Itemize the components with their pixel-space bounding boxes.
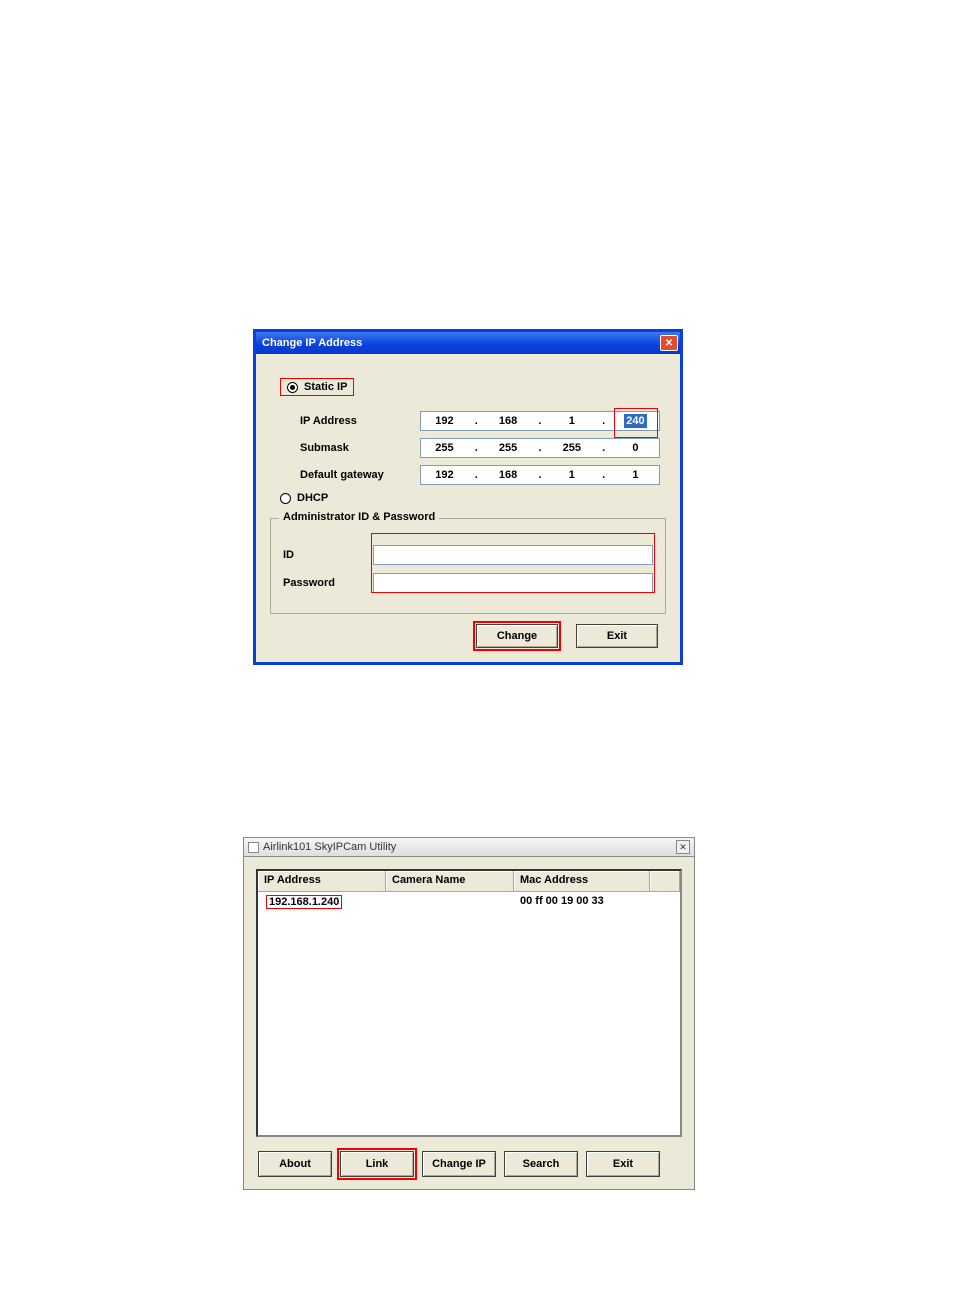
radio-icon — [280, 493, 291, 504]
submask-octet-4[interactable]: 0 — [617, 442, 653, 454]
password-input[interactable] — [373, 573, 653, 593]
exit-button[interactable]: Exit — [586, 1151, 660, 1177]
radio-dhcp-row[interactable]: DHCP — [280, 492, 660, 504]
ip-address-label: IP Address — [300, 415, 420, 427]
titlebar[interactable]: Airlink101 SkyIPCam Utility ✕ — [244, 838, 694, 857]
id-row: ID — [283, 545, 653, 565]
ip-octet-2[interactable]: 168 — [490, 415, 526, 427]
ip-octet-4[interactable]: 240 — [617, 414, 653, 428]
titlebar[interactable]: Change IP Address ✕ — [256, 332, 680, 354]
close-icon[interactable]: ✕ — [676, 840, 690, 854]
cell-ip: 192.168.1.240 — [258, 895, 386, 909]
password-label: Password — [283, 577, 373, 589]
ip-octet-3[interactable]: 1 — [554, 415, 590, 427]
listview-header: IP Address Camera Name Mac Address — [258, 871, 680, 892]
exit-button[interactable]: Exit — [576, 624, 658, 648]
column-header-ip[interactable]: IP Address — [258, 871, 386, 891]
ip-address-input[interactable]: 192. 168. 1. 240 — [420, 411, 660, 431]
link-button[interactable]: Link — [340, 1151, 414, 1177]
cell-name — [386, 895, 514, 909]
admin-groupbox-legend: Administrator ID & Password — [279, 511, 439, 523]
submask-octet-3[interactable]: 255 — [554, 442, 590, 454]
dialog-title: Change IP Address — [262, 337, 362, 349]
table-row[interactable]: 192.168.1.240 00 ff 00 19 00 33 — [258, 892, 680, 909]
app-icon — [248, 842, 259, 853]
radio-icon — [287, 382, 298, 393]
close-icon[interactable]: ✕ — [660, 335, 678, 351]
gateway-octet-1[interactable]: 192 — [426, 469, 462, 481]
cell-mac: 00 ff 00 19 00 33 — [514, 895, 650, 909]
camera-listview[interactable]: IP Address Camera Name Mac Address 192.1… — [256, 869, 682, 1137]
gateway-octet-4[interactable]: 1 — [617, 469, 653, 481]
submask-input[interactable]: 255. 255. 255. 0 — [420, 438, 660, 458]
toolbar: About Link Change IP Search Exit — [256, 1151, 682, 1177]
submask-octet-2[interactable]: 255 — [490, 442, 526, 454]
dialog-client: Static IP IP Address 192. 168. 1. 240 Su… — [256, 354, 680, 662]
gateway-octet-3[interactable]: 1 — [554, 469, 590, 481]
gateway-octet-2[interactable]: 168 — [490, 469, 526, 481]
id-input[interactable] — [373, 545, 653, 565]
change-ip-button[interactable]: Change IP — [422, 1151, 496, 1177]
id-label: ID — [283, 549, 373, 561]
cell-ip-text: 192.168.1.240 — [266, 895, 342, 909]
radio-dhcp-label: DHCP — [297, 492, 328, 504]
button-row: Change Exit — [270, 624, 666, 648]
radio-static-ip-label: Static IP — [304, 381, 347, 393]
submask-label: Submask — [300, 442, 420, 454]
radio-static-ip-row[interactable]: Static IP — [280, 378, 354, 396]
change-button[interactable]: Change — [476, 624, 558, 648]
admin-groupbox: Administrator ID & Password ID Password — [270, 518, 666, 614]
ip-address-row: IP Address 192. 168. 1. 240 — [300, 411, 660, 431]
ip-octet-1[interactable]: 192 — [426, 415, 462, 427]
password-row: Password — [283, 573, 653, 593]
change-ip-dialog: Change IP Address ✕ Static IP IP Address… — [253, 329, 683, 665]
gateway-label: Default gateway — [300, 469, 420, 481]
gateway-row: Default gateway 192. 168. 1. 1 — [300, 465, 660, 485]
submask-octet-1[interactable]: 255 — [426, 442, 462, 454]
column-header-mac[interactable]: Mac Address — [514, 871, 650, 891]
submask-row: Submask 255. 255. 255. 0 — [300, 438, 660, 458]
search-button[interactable]: Search — [504, 1151, 578, 1177]
dialog-client: IP Address Camera Name Mac Address 192.1… — [244, 857, 694, 1189]
gateway-input[interactable]: 192. 168. 1. 1 — [420, 465, 660, 485]
column-header-name[interactable]: Camera Name — [386, 871, 514, 891]
about-button[interactable]: About — [258, 1151, 332, 1177]
dialog-title: Airlink101 SkyIPCam Utility — [263, 841, 396, 853]
skyipcam-utility-dialog: Airlink101 SkyIPCam Utility ✕ IP Address… — [243, 837, 695, 1190]
column-header-spacer — [650, 871, 680, 891]
